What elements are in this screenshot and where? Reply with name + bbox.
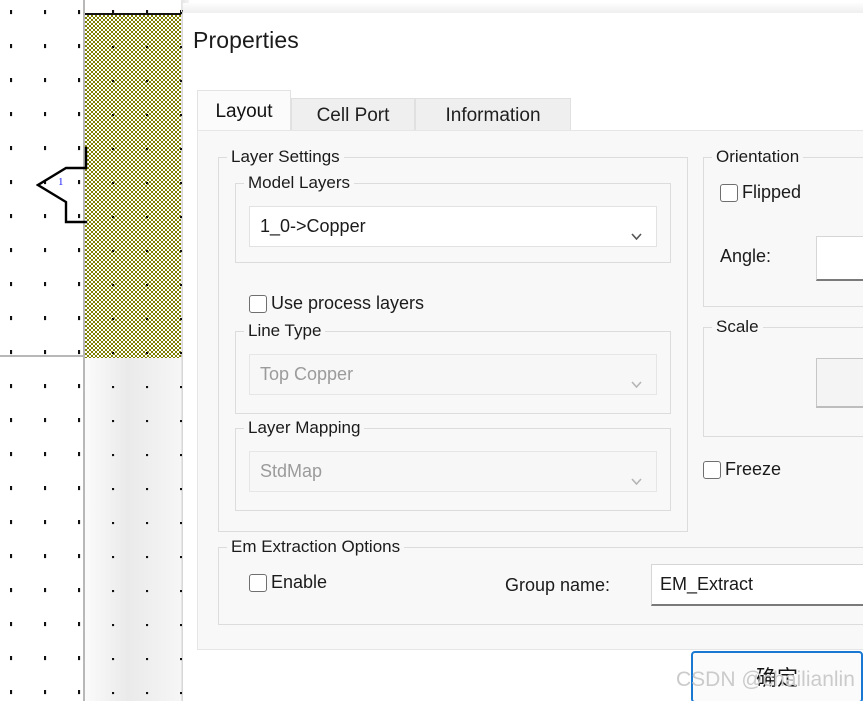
model-layers-combo[interactable]: 1_0->Copper xyxy=(249,206,657,247)
em-enable-checkbox[interactable] xyxy=(249,573,267,592)
copper-layer-shape[interactable] xyxy=(0,2,863,701)
group-name-input[interactable]: EM_Extract xyxy=(651,564,863,606)
tab-information[interactable]: Information xyxy=(415,98,571,132)
group-em-extraction: Em Extraction Options Enable Group name:… xyxy=(218,537,863,625)
group-line-type-legend: Line Type xyxy=(244,321,326,341)
flipped-label: Flipped xyxy=(742,182,802,202)
tab-cell-port[interactable]: Cell Port xyxy=(291,98,415,132)
group-layer-mapping-legend: Layer Mapping xyxy=(244,418,365,438)
tab-panel-layout: Layer Settings Model Layers 1_0->Copper xyxy=(197,130,863,650)
em-enable-row[interactable]: Enable xyxy=(249,572,327,593)
em-enable-label: Enable xyxy=(271,572,328,592)
dialog-titlebar-strip xyxy=(183,3,863,13)
flipped-row[interactable]: Flipped xyxy=(720,182,801,203)
freeze-checkbox[interactable] xyxy=(703,460,721,479)
group-em-extraction-legend: Em Extraction Options xyxy=(227,537,405,557)
layer-mapping-combo[interactable]: StdMap xyxy=(249,451,657,492)
chevron-down-icon xyxy=(631,372,642,388)
use-process-layers-label: Use process layers xyxy=(271,293,425,313)
group-scale: Scale xyxy=(703,317,863,437)
scale-input[interactable] xyxy=(816,358,863,408)
group-orientation: Orientation Flipped Angle: xyxy=(703,147,863,307)
use-process-layers-checkbox[interactable] xyxy=(249,294,267,313)
freeze-label: Freeze xyxy=(725,459,782,479)
screen-root: 1 Properties Layout Cell Port Informatio… xyxy=(0,0,863,701)
group-layer-settings: Layer Settings Model Layers 1_0->Copper xyxy=(218,147,688,532)
ok-button[interactable]: 确定 xyxy=(691,651,863,701)
angle-input[interactable] xyxy=(816,236,863,281)
group-model-layers: Model Layers 1_0->Copper xyxy=(235,173,671,263)
chevron-down-icon xyxy=(631,469,642,485)
group-orientation-legend: Orientation xyxy=(712,147,804,167)
angle-label: Angle: xyxy=(720,246,772,266)
port-number-label: 1 xyxy=(58,176,64,188)
tab-layout[interactable]: Layout xyxy=(197,90,291,132)
group-layer-mapping: Layer Mapping StdMap xyxy=(235,418,671,511)
tab-strip: Layout Cell Port Information xyxy=(197,88,863,132)
use-process-layers-row[interactable]: Use process layers xyxy=(249,293,424,314)
group-line-type: Line Type Top Copper xyxy=(235,321,671,414)
dialog-title: Properties xyxy=(193,27,299,53)
chevron-down-icon xyxy=(631,224,642,240)
group-scale-legend: Scale xyxy=(712,317,763,337)
group-name-label: Group name: xyxy=(505,575,611,595)
model-layers-value: 1_0->Copper xyxy=(260,216,366,236)
properties-dialog: Properties Layout Cell Port Information … xyxy=(182,3,863,701)
group-model-layers-legend: Model Layers xyxy=(244,173,355,193)
freeze-row[interactable]: Freeze xyxy=(703,459,781,480)
line-type-combo[interactable]: Top Copper xyxy=(249,354,657,395)
group-layer-settings-legend: Layer Settings xyxy=(227,147,344,167)
group-name-value: EM_Extract xyxy=(660,574,754,594)
flipped-checkbox[interactable] xyxy=(720,183,738,202)
layer-mapping-value: StdMap xyxy=(260,461,323,481)
line-type-value: Top Copper xyxy=(260,364,354,384)
